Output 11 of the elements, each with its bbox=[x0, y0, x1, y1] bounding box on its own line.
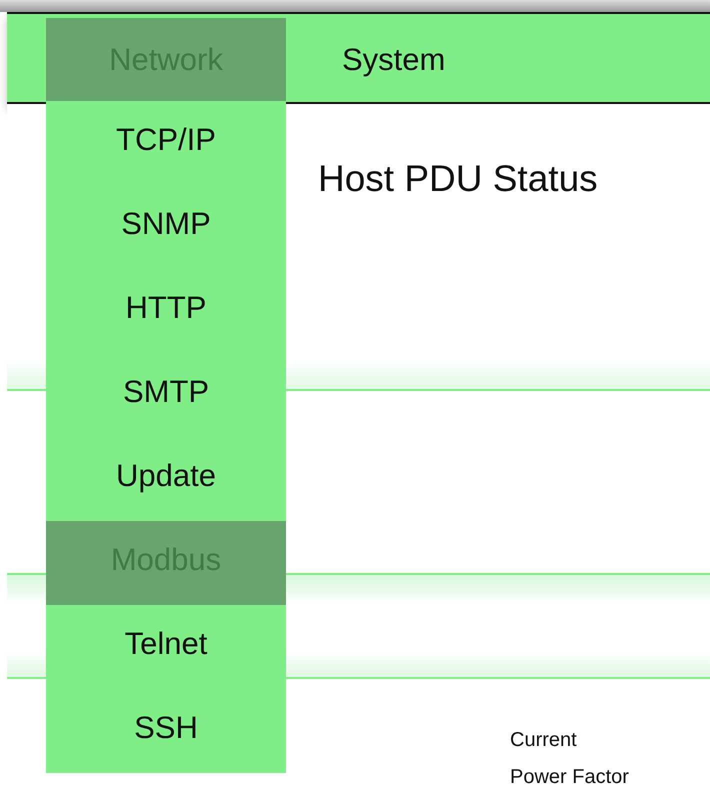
nav-tab[interactable]: System bbox=[286, 18, 446, 101]
menu-item[interactable]: SSH bbox=[46, 689, 286, 773]
field-label: Current bbox=[510, 729, 578, 752]
field-label: Power Factor bbox=[510, 766, 630, 789]
menu-item[interactable]: HTTP bbox=[46, 269, 286, 353]
menu-item[interactable]: Update bbox=[46, 437, 286, 521]
menu-item[interactable]: TCP/IP bbox=[46, 101, 286, 185]
menu-item[interactable]: SNMP bbox=[46, 185, 286, 269]
menu-item[interactable]: Telnet bbox=[46, 605, 286, 689]
menu-item[interactable]: SMTP bbox=[46, 353, 286, 437]
page-title: Host PDU Status bbox=[318, 158, 598, 200]
